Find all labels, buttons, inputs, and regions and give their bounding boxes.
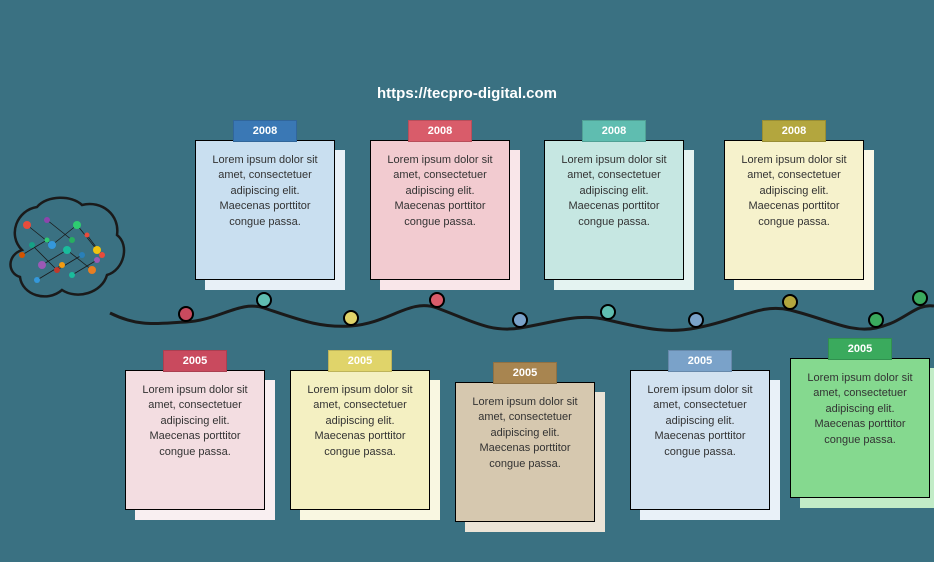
timeline-node: [256, 292, 272, 308]
timeline-node: [512, 312, 528, 328]
card-body: Lorem ipsum dolor sit amet, consectetuer…: [724, 140, 864, 280]
year-badge: 2008: [233, 120, 297, 142]
timeline-node: [688, 312, 704, 328]
card-body: Lorem ipsum dolor sit amet, consectetuer…: [455, 382, 595, 522]
card-body: Lorem ipsum dolor sit amet, consectetuer…: [790, 358, 930, 498]
year-badge: 2005: [668, 350, 732, 372]
timeline-node: [868, 312, 884, 328]
card-body: Lorem ipsum dolor sit amet, consectetuer…: [630, 370, 770, 510]
timeline-node: [178, 306, 194, 322]
timeline-node: [600, 304, 616, 320]
card-body: Lorem ipsum dolor sit amet, consectetuer…: [290, 370, 430, 510]
card-body: Lorem ipsum dolor sit amet, consectetuer…: [125, 370, 265, 510]
card-body: Lorem ipsum dolor sit amet, consectetuer…: [195, 140, 335, 280]
year-badge: 2008: [762, 120, 826, 142]
year-badge: 2008: [408, 120, 472, 142]
timeline-node: [343, 310, 359, 326]
year-badge: 2005: [828, 338, 892, 360]
year-badge: 2005: [328, 350, 392, 372]
year-badge: 2008: [582, 120, 646, 142]
page-title: https://tecpro-digital.com: [0, 85, 934, 102]
timeline-node: [429, 292, 445, 308]
year-badge: 2005: [163, 350, 227, 372]
timeline-node: [912, 290, 928, 306]
card-body: Lorem ipsum dolor sit amet, consectetuer…: [370, 140, 510, 280]
brain-icon: [2, 195, 132, 305]
year-badge: 2005: [493, 362, 557, 384]
card-body: Lorem ipsum dolor sit amet, consectetuer…: [544, 140, 684, 280]
timeline-node: [782, 294, 798, 310]
